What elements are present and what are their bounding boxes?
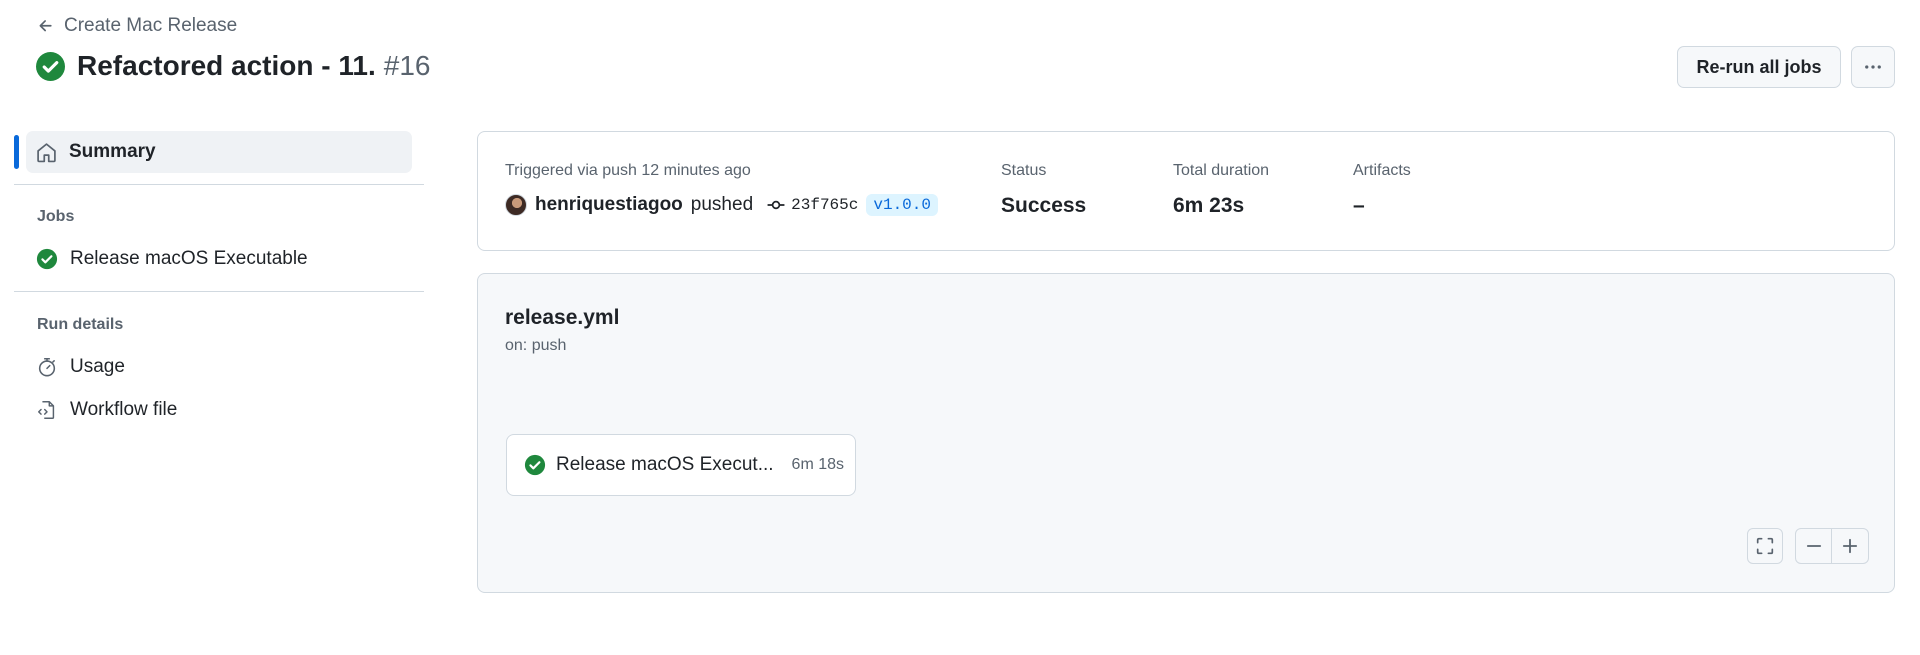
status-label: Status <box>1001 162 1047 179</box>
sidebar-item-label: Workflow file <box>70 399 178 420</box>
sidebar-item-job[interactable]: Release macOS Executable <box>36 248 308 270</box>
run-summary-card: Triggered via push 12 minutes ago henriq… <box>477 131 1895 251</box>
sidebar-item-label: Summary <box>69 141 156 162</box>
run-number: #16 <box>383 50 431 81</box>
sidebar-item-workflow-file[interactable]: Workflow file <box>36 399 177 421</box>
sidebar-item-label: Usage <box>70 356 125 377</box>
actor-link[interactable]: henriquestiagoo <box>535 194 683 216</box>
avatar[interactable] <box>505 194 527 216</box>
job-node-duration: 6m 18s <box>791 456 845 473</box>
kebab-horizontal-icon <box>1863 57 1883 77</box>
status-value: Success <box>1001 194 1087 217</box>
screen-full-icon <box>1756 537 1774 555</box>
sidebar-item-usage[interactable]: Usage <box>36 356 125 378</box>
workflow-graph: release.yml on: push Release macOS Execu… <box>477 273 1895 593</box>
rerun-all-jobs-button[interactable]: Re-run all jobs <box>1677 46 1841 88</box>
sidebar-item-summary[interactable]: Summary <box>26 131 412 173</box>
trigger-info: henriquestiagoo pushed 23f765c v1.0.0 <box>505 194 938 216</box>
sidebar-divider <box>14 291 424 292</box>
sidebar-item-label: Release macOS Executable <box>70 248 308 269</box>
sidebar-active-indicator <box>14 135 19 169</box>
arrow-left-icon <box>37 17 55 35</box>
trigger-label: Triggered via push 12 minutes ago <box>505 162 751 179</box>
home-icon <box>36 142 57 163</box>
check-circle-fill-icon <box>524 454 546 476</box>
artifacts-value: – <box>1353 194 1365 217</box>
workflow-trigger: on: push <box>505 337 567 354</box>
run-details-heading: Run details <box>37 316 124 333</box>
back-link[interactable]: Create Mac Release <box>37 15 237 37</box>
check-circle-fill-icon <box>36 248 58 270</box>
jobs-heading: Jobs <box>37 208 75 225</box>
more-options-button[interactable] <box>1851 46 1895 88</box>
fullscreen-button[interactable] <box>1747 528 1783 564</box>
zoom-out-button[interactable] <box>1795 528 1832 564</box>
commit-link[interactable]: 23f765c <box>767 196 858 214</box>
git-commit-icon <box>767 196 785 214</box>
sidebar-divider <box>14 184 424 185</box>
dash-icon <box>1805 537 1823 555</box>
run-title: Refactored action - 11. #16 <box>36 50 430 82</box>
tag-badge[interactable]: v1.0.0 <box>866 194 938 216</box>
run-title-text: Refactored action - 11. <box>77 50 376 81</box>
back-link-label: Create Mac Release <box>64 15 238 36</box>
zoom-in-button[interactable] <box>1832 528 1869 564</box>
workflow-name: release.yml <box>505 306 620 329</box>
stopwatch-icon <box>36 356 58 378</box>
file-code-icon <box>36 399 58 421</box>
action-text: pushed <box>690 194 754 215</box>
artifacts-label: Artifacts <box>1353 162 1411 179</box>
zoom-controls <box>1795 528 1869 564</box>
check-circle-fill-icon <box>36 51 65 81</box>
plus-icon <box>1841 537 1859 555</box>
job-node[interactable]: Release macOS Execut... 6m 18s <box>506 434 856 496</box>
duration-label: Total duration <box>1173 162 1270 179</box>
job-node-name: Release macOS Execut... <box>556 454 774 475</box>
duration-value: 6m 23s <box>1173 194 1245 217</box>
commit-sha: 23f765c <box>791 196 859 214</box>
